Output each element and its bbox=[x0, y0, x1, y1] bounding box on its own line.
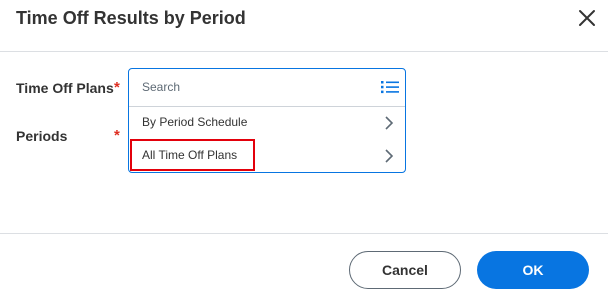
option-label: By Period Schedule bbox=[142, 115, 248, 129]
header-divider bbox=[0, 51, 608, 52]
option-by-period-schedule[interactable]: By Period Schedule bbox=[129, 107, 405, 138]
time-off-plans-required-marker: * bbox=[114, 79, 120, 96]
footer-divider bbox=[0, 233, 608, 234]
periods-label: Periods bbox=[16, 128, 68, 144]
ok-button[interactable]: OK bbox=[477, 251, 589, 289]
close-button[interactable] bbox=[578, 9, 596, 27]
option-label: All Time Off Plans bbox=[142, 148, 238, 162]
option-all-time-off-plans[interactable]: All Time Off Plans bbox=[129, 140, 405, 171]
search-row bbox=[129, 69, 405, 107]
cancel-button[interactable]: Cancel bbox=[349, 251, 461, 289]
time-off-plans-label: Time Off Plans bbox=[16, 80, 114, 96]
dialog-title: Time Off Results by Period bbox=[16, 8, 246, 28]
time-off-plans-prompt: By Period Schedule All Time Off Plans bbox=[128, 68, 406, 173]
close-icon bbox=[579, 10, 595, 26]
dialog: Time Off Results by Period Time Off Plan… bbox=[0, 0, 608, 302]
periods-required-marker: * bbox=[114, 127, 120, 144]
list-icon[interactable] bbox=[381, 80, 399, 94]
chevron-right-icon bbox=[385, 116, 394, 130]
search-input[interactable] bbox=[142, 77, 362, 97]
chevron-right-icon bbox=[385, 149, 394, 163]
